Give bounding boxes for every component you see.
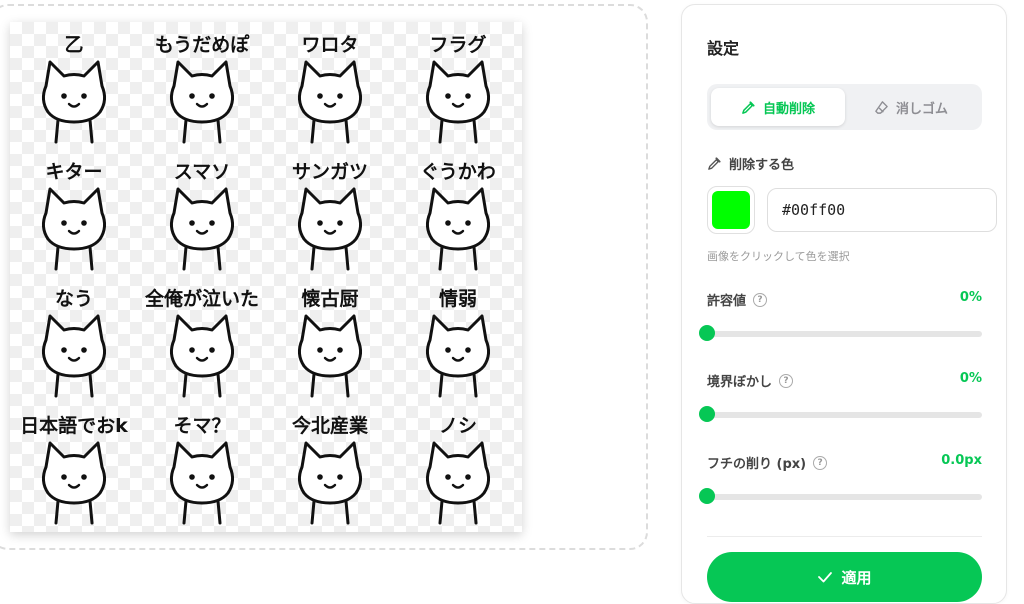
- sticker-cell: 今北産業: [266, 403, 394, 530]
- cat-sticker-icon: [169, 314, 235, 398]
- eyedropper-icon: [708, 157, 721, 170]
- mode-toggle: 自動削除 消しゴム: [707, 84, 982, 130]
- sticker-label: 今北産業: [291, 415, 368, 437]
- tolerance-label: 許容値: [707, 294, 747, 309]
- cat-sticker-icon: [169, 187, 235, 271]
- color-swatch[interactable]: [707, 186, 755, 234]
- sticker-label: サンガツ: [291, 161, 368, 183]
- auto-remove-mode-label: 自動削除: [762, 101, 815, 117]
- apply-button-label: 適用: [841, 568, 872, 587]
- sticker-label: 日本語でおk: [20, 415, 128, 437]
- sticker-label: ノシ: [438, 415, 477, 437]
- color-pick-hint: 画像をクリックして色を選択: [707, 250, 850, 263]
- settings-panel: 設定 自動削除 消しゴム 削除する色 画像をクリックして色を選択: [681, 4, 1007, 604]
- sticker-cell: ノシ: [394, 403, 522, 530]
- eraser-icon: [875, 100, 888, 114]
- cat-sticker-icon: [169, 60, 235, 144]
- feather-value: 0%: [959, 371, 982, 386]
- cat-sticker-icon: [297, 314, 363, 398]
- sticker-cell: サンガツ: [266, 149, 394, 276]
- sticker-label: 乙: [64, 34, 84, 56]
- feather-slider-row: 境界ぼかし ? 0%: [699, 371, 982, 422]
- eraser-mode-label: 消しゴム: [895, 101, 948, 117]
- remove-color-heading: 削除する色: [707, 154, 794, 173]
- sticker-label: 全俺が泣いた: [144, 288, 259, 310]
- tolerance-slider-row: 許容値 ? 0%: [699, 290, 982, 341]
- cat-sticker-icon: [425, 441, 491, 525]
- feather-label-group: 境界ぼかし ?: [707, 371, 982, 390]
- auto-remove-mode-button[interactable]: 自動削除: [711, 88, 845, 126]
- edge-trim-slider-thumb[interactable]: [699, 488, 715, 504]
- sticker-cell: キター: [10, 149, 138, 276]
- feather-slider-track[interactable]: [707, 412, 982, 418]
- panel-title: 設定: [707, 39, 740, 58]
- sticker-label: ワロタ: [301, 34, 359, 56]
- help-icon[interactable]: ?: [779, 373, 794, 388]
- tolerance-slider-track[interactable]: [707, 331, 982, 337]
- sticker-label: 情弱: [438, 288, 477, 310]
- edge-trim-slider-row: フチの削り (px) ? 0.0px: [699, 453, 982, 504]
- sticker-cell: もうだめぽ: [138, 22, 266, 149]
- help-icon[interactable]: ?: [753, 292, 768, 307]
- cat-sticker-icon: [425, 60, 491, 144]
- apply-button[interactable]: 適用: [707, 552, 982, 602]
- edge-trim-label: フチの削り (px): [707, 457, 807, 472]
- eraser-mode-button[interactable]: 消しゴム: [844, 88, 978, 126]
- cat-sticker-icon: [425, 187, 491, 271]
- sticker-label: フラグ: [429, 34, 487, 56]
- sticker-label: 懐古厨: [301, 288, 359, 310]
- sticker-cell: そマ？: [138, 403, 266, 530]
- sticker-cell: 乙: [10, 22, 138, 149]
- cat-sticker-icon: [297, 60, 363, 144]
- cat-sticker-icon: [169, 441, 235, 525]
- edge-trim-value: 0.0px: [941, 453, 982, 468]
- sticker-cell: 情弱: [394, 276, 522, 403]
- help-icon[interactable]: ?: [813, 455, 828, 470]
- sticker-label: ぐうかわ: [420, 161, 496, 183]
- cat-sticker-icon: [297, 441, 363, 525]
- cat-sticker-icon: [41, 441, 107, 525]
- sticker-cell: ぐうかわ: [394, 149, 522, 276]
- sticker-cell: なう: [10, 276, 138, 403]
- feather-slider-thumb[interactable]: [699, 406, 715, 422]
- sticker-cell: フラグ: [394, 22, 522, 149]
- tolerance-slider-thumb[interactable]: [699, 325, 715, 341]
- sticker-cell: 懐古厨: [266, 276, 394, 403]
- sticker-sheet-image[interactable]: 乙 もうだめぽ ワロタ フラグ キター スマソ サンガツ ぐうかわ なう 全俺が…: [10, 22, 522, 532]
- hex-color-input[interactable]: [767, 188, 997, 232]
- divider: [707, 536, 982, 537]
- edge-trim-slider-track[interactable]: [707, 494, 982, 500]
- feather-label: 境界ぼかし: [707, 375, 773, 390]
- cat-sticker-icon: [297, 187, 363, 271]
- cat-sticker-icon: [41, 314, 107, 398]
- eyedropper-icon: [742, 100, 755, 114]
- cat-sticker-icon: [425, 314, 491, 398]
- sticker-label: もうだめぽ: [154, 34, 250, 56]
- cat-sticker-icon: [41, 60, 107, 144]
- sticker-label: スマソ: [173, 161, 231, 183]
- sticker-cell: 日本語でおk: [10, 403, 138, 530]
- remove-color-label: 削除する色: [729, 158, 795, 173]
- sticker-label: そマ？: [173, 415, 231, 437]
- check-icon: [818, 572, 833, 583]
- sticker-label: なう: [54, 288, 93, 310]
- sticker-cell: スマソ: [138, 149, 266, 276]
- sticker-cell: 全俺が泣いた: [138, 276, 266, 403]
- cat-sticker-icon: [41, 187, 107, 271]
- tolerance-label-group: 許容値 ?: [707, 290, 982, 309]
- tolerance-value: 0%: [959, 290, 982, 305]
- color-swatch-fill: [712, 191, 750, 229]
- sticker-cell: ワロタ: [266, 22, 394, 149]
- sticker-label: キター: [45, 161, 103, 183]
